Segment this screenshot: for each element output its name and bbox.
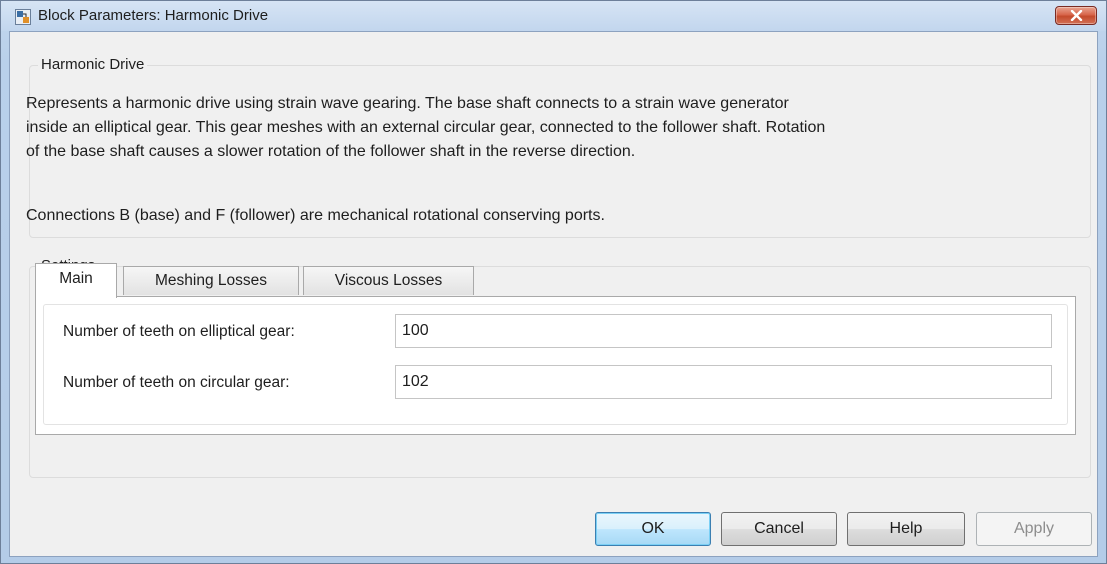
close-button[interactable] <box>1055 6 1097 25</box>
tab-meshing-losses[interactable]: Meshing Losses <box>123 266 299 295</box>
help-button[interactable]: Help <box>847 512 965 546</box>
elliptical-teeth-label: Number of teeth on elliptical gear: <box>63 323 295 340</box>
block-description: Represents a harmonic drive using strain… <box>26 92 1086 164</box>
description-group-legend: Harmonic Drive <box>38 56 148 73</box>
elliptical-teeth-input[interactable] <box>395 314 1052 348</box>
tab-main[interactable]: Main <box>35 263 117 298</box>
tab-viscous-losses[interactable]: Viscous Losses <box>303 266 474 295</box>
apply-button[interactable]: Apply <box>976 512 1092 546</box>
parameters-box: Number of teeth on elliptical gear: Numb… <box>43 304 1068 425</box>
window-title: Block Parameters: Harmonic Drive <box>38 7 269 24</box>
circular-teeth-label: Number of teeth on circular gear: <box>63 374 290 391</box>
ok-button[interactable]: OK <box>595 512 711 546</box>
simulink-block-icon <box>15 9 31 25</box>
title-bar[interactable]: Block Parameters: Harmonic Drive <box>1 1 1106 31</box>
description-line: Represents a harmonic drive using strain… <box>26 95 789 112</box>
tab-panel-main: Number of teeth on elliptical gear: Numb… <box>35 296 1076 435</box>
cancel-button[interactable]: Cancel <box>721 512 837 546</box>
connections-text: Connections B (base) and F (follower) ar… <box>26 207 605 224</box>
dialog-window: Block Parameters: Harmonic Drive Harmoni… <box>0 0 1107 564</box>
description-line: inside an elliptical gear. This gear mes… <box>26 119 826 136</box>
description-line: of the base shaft causes a slower rotati… <box>26 143 636 160</box>
close-x-icon <box>1070 10 1083 21</box>
circular-teeth-input[interactable] <box>395 365 1052 399</box>
